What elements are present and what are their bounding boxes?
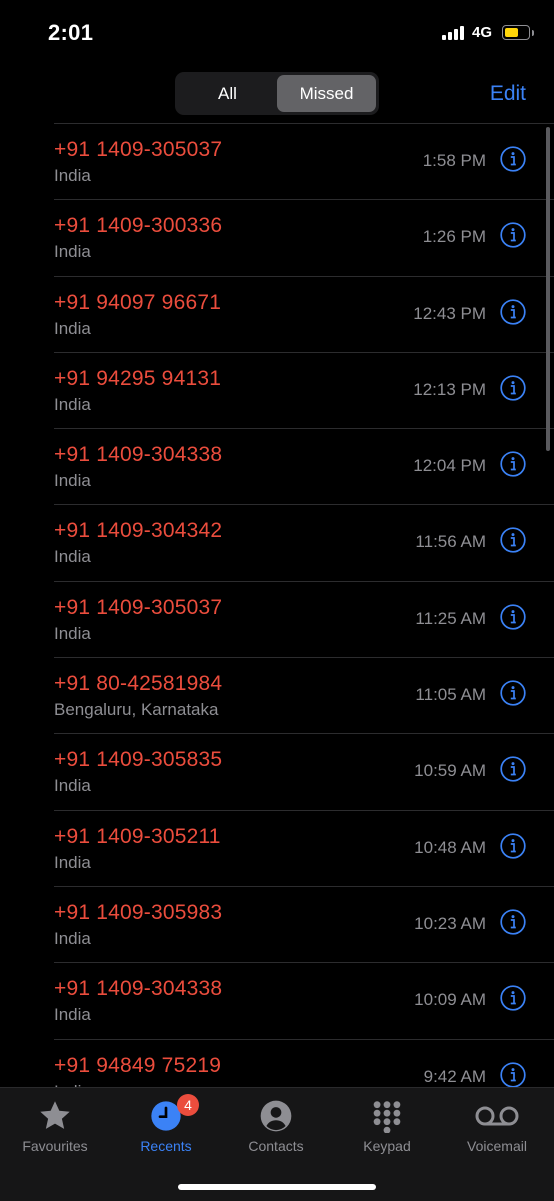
- caller-number: +91 94097 96671: [54, 290, 222, 314]
- info-icon[interactable]: [500, 527, 526, 554]
- recents-filter-segmented-control: All Missed: [175, 72, 379, 115]
- caller-location: India: [54, 1005, 91, 1025]
- call-row[interactable]: +91 1409-305983 India 10:23 AM: [54, 885, 554, 962]
- tab-label: Contacts: [248, 1138, 304, 1154]
- caller-location: India: [54, 776, 91, 796]
- caller-number: +91 1409-305983: [54, 900, 223, 924]
- battery-icon: [502, 25, 534, 40]
- segment-missed[interactable]: Missed: [277, 75, 376, 112]
- info-icon[interactable]: [500, 680, 526, 706]
- info-icon[interactable]: [500, 909, 526, 935]
- info-icon[interactable]: [500, 298, 526, 325]
- info-icon[interactable]: [500, 146, 526, 172]
- battery-level-fill: [505, 28, 518, 37]
- call-row[interactable]: +91 1409-300336 India 1:26 PM: [54, 199, 554, 275]
- call-time: 11:56 AM: [415, 532, 486, 552]
- status-bar: 2:01 4G: [0, 0, 554, 68]
- caller-location: India: [54, 394, 91, 414]
- clock-icon: [111, 1098, 221, 1134]
- missed-calls-badge: 4: [177, 1094, 199, 1116]
- call-row[interactable]: +91 1409-305037 India 1:58 PM: [54, 123, 554, 199]
- call-row[interactable]: +91 1409-304338 India 10:09 AM: [54, 962, 554, 1038]
- scroll-indicator: [546, 127, 550, 451]
- info-icon[interactable]: [500, 985, 526, 1011]
- call-time: 10:48 AM: [414, 837, 486, 857]
- keypad-icon: [332, 1098, 442, 1134]
- call-time: 11:05 AM: [415, 685, 486, 705]
- caller-number: +91 80-42581984: [54, 672, 223, 696]
- caller-location: India: [54, 471, 91, 491]
- info-icon[interactable]: [500, 604, 526, 630]
- caller-location: India: [54, 928, 91, 948]
- call-row[interactable]: +91 94849 75219India9:42 AM: [54, 1038, 554, 1087]
- call-row[interactable]: +91 1409-305037 India 11:25 AM: [54, 580, 554, 657]
- caller-number: +91 1409-305835: [54, 748, 223, 772]
- recent-calls-list[interactable]: +91 1409-305037 India 1:58 PM +91 1409-3003…: [0, 123, 554, 1087]
- call-time: 10:09 AM: [414, 990, 486, 1010]
- info-icon[interactable]: [500, 222, 526, 248]
- call-time: 11:25 AM: [415, 608, 486, 628]
- home-indicator[interactable]: [178, 1184, 376, 1190]
- call-time: 12:43 PM: [413, 303, 486, 323]
- caller-number: +91 1409-305211: [54, 824, 221, 848]
- call-row[interactable]: +91 80-42581984 Bengaluru, Karnataka 11:05…: [54, 657, 554, 733]
- call-row[interactable]: +91 94295 94131 India 12:13 PM: [54, 351, 554, 428]
- caller-location: India: [54, 547, 91, 567]
- tab-favourites[interactable]: Favourites: [0, 1098, 110, 1154]
- tab-recents[interactable]: 4 Recents: [111, 1094, 221, 1154]
- caller-number: +91 94295 94131: [54, 366, 222, 390]
- call-time: 9:42 AM: [423, 1066, 486, 1086]
- status-indicators: 4G: [441, 24, 534, 41]
- call-row[interactable]: +91 1409-304342 India 11:56 AM: [54, 504, 554, 580]
- call-row[interactable]: +91 1409-305211 India 10:48 AM: [54, 809, 554, 886]
- caller-location: India: [54, 166, 91, 185]
- info-icon[interactable]: [500, 756, 526, 783]
- voicemail-icon: [442, 1098, 552, 1134]
- caller-location: India: [54, 318, 91, 338]
- caller-location: India: [54, 242, 91, 262]
- caller-number: +91 94849 75219: [54, 1053, 222, 1077]
- call-time: 10:23 AM: [414, 913, 486, 933]
- tab-label: Keypad: [363, 1138, 411, 1154]
- call-time: 1:58 PM: [422, 151, 486, 170]
- tab-keypad[interactable]: Keypad: [332, 1098, 442, 1154]
- cellular-signal-icon: [441, 25, 464, 40]
- segment-all[interactable]: All: [178, 75, 277, 112]
- caller-number: +91 1409-305037: [54, 138, 223, 161]
- caller-number: +91 1409-304342: [54, 519, 223, 543]
- status-time: 2:01: [48, 20, 94, 45]
- caller-number: +91 1409-304338: [54, 977, 223, 1001]
- tab-label: Favourites: [22, 1138, 88, 1154]
- info-icon[interactable]: [500, 833, 526, 859]
- call-time: 10:59 AM: [414, 761, 486, 781]
- caller-number: +91 1409-305037: [54, 595, 223, 619]
- info-icon[interactable]: [500, 375, 526, 401]
- tab-label: Voicemail: [467, 1138, 527, 1154]
- caller-location: India: [54, 623, 91, 643]
- caller-number: +91 1409-304338: [54, 443, 223, 467]
- star-icon: [0, 1098, 110, 1134]
- info-icon[interactable]: [500, 1061, 526, 1087]
- network-type: 4G: [471, 24, 492, 41]
- person-circle-icon: [221, 1098, 331, 1134]
- caller-location: India: [54, 852, 91, 872]
- tab-label: Recents: [140, 1138, 192, 1154]
- info-icon[interactable]: [500, 451, 526, 477]
- tab-voicemail[interactable]: Voicemail: [442, 1098, 552, 1154]
- call-row[interactable]: +91 1409-305835 India 10:59 AM: [54, 733, 554, 809]
- call-row[interactable]: +91 94097 96671 India 12:43 PM: [54, 275, 554, 352]
- call-time: 12:04 PM: [413, 456, 486, 476]
- caller-location: Bengaluru, Karnataka: [54, 700, 219, 720]
- call-time: 12:13 PM: [413, 379, 486, 399]
- call-time: 1:26 PM: [422, 227, 486, 247]
- edit-button[interactable]: Edit: [490, 82, 526, 106]
- caller-number: +91 1409-300336: [54, 214, 223, 238]
- tab-contacts[interactable]: Contacts: [221, 1098, 331, 1154]
- call-row[interactable]: +91 1409-304338 India 12:04 PM: [54, 428, 554, 504]
